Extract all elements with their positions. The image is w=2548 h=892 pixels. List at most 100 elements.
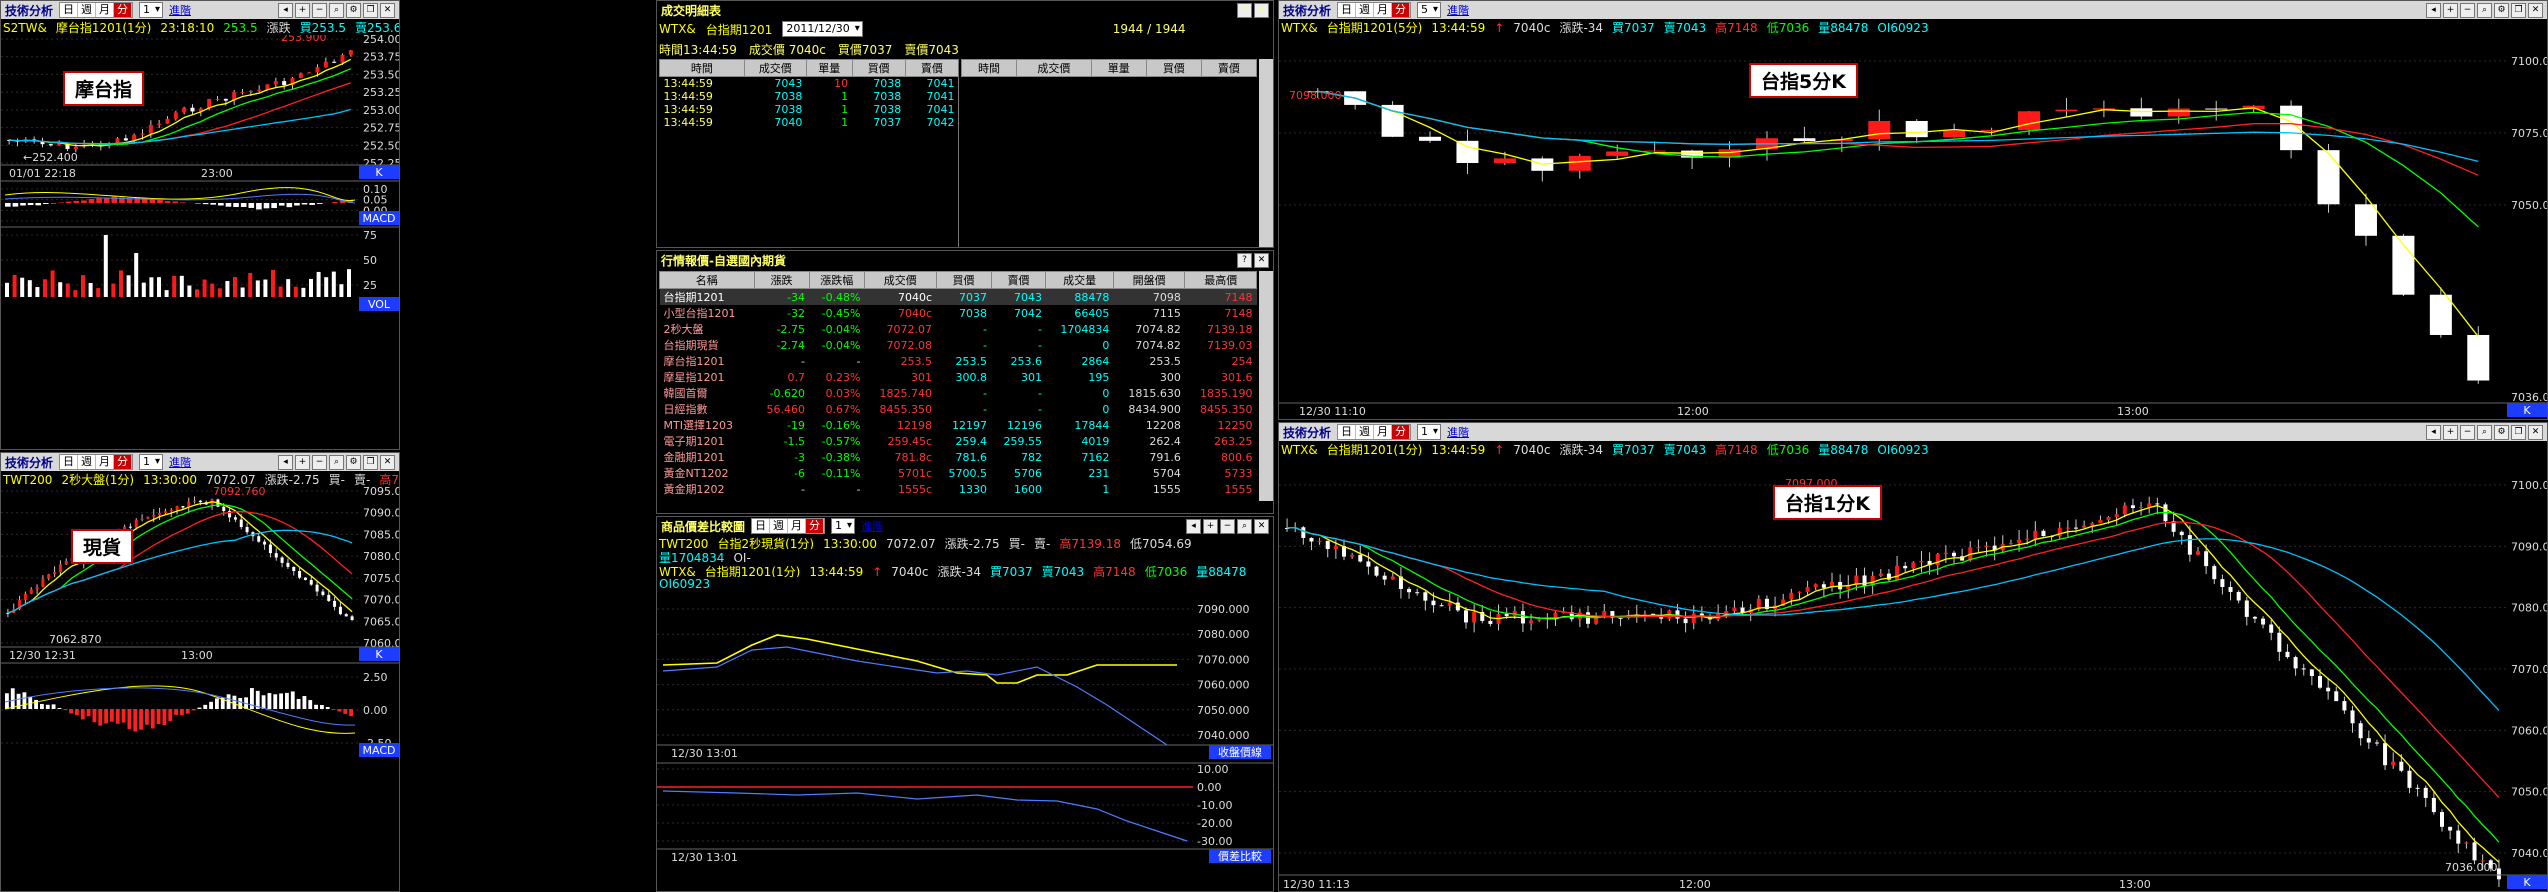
table-row[interactable]: 13:44:59 7038 1 7038 7041 xyxy=(660,103,959,116)
search-icon[interactable]: ⌕ xyxy=(2477,2,2492,18)
interval-select[interactable]: 1 xyxy=(831,518,856,534)
zoom-out-icon[interactable]: − xyxy=(312,454,327,470)
column-header[interactable]: 名稱 xyxy=(659,271,755,289)
column-header[interactable]: 賣價 xyxy=(1200,59,1258,77)
tab-week[interactable]: 週 xyxy=(78,455,97,469)
scrollbar[interactable] xyxy=(1259,271,1273,501)
period-tabs[interactable]: 日週月分 xyxy=(59,454,134,470)
restore-icon[interactable]: ❐ xyxy=(2511,424,2526,440)
table-row[interactable]: 日經指數 56.460 0.67% 8455.350 - - 0 8434.900 8455.3… xyxy=(660,401,1257,417)
period-tabs[interactable]: 日週月分 xyxy=(751,518,826,534)
period-tabs[interactable]: 日週月分 xyxy=(1337,2,1412,18)
tab-month[interactable]: 月 xyxy=(96,3,115,17)
zoom-in-icon[interactable]: + xyxy=(2443,2,2458,18)
tab-minute[interactable]: 分 xyxy=(114,3,133,17)
table-row[interactable]: 黃金期1202 - - 1555c 1330 1600 1 1555 1555 xyxy=(660,481,1257,497)
column-header[interactable]: 成交量 xyxy=(1045,271,1114,289)
scroll-left-icon[interactable]: ◂ xyxy=(2426,424,2441,440)
column-header[interactable]: 成交價 xyxy=(864,271,937,289)
zoom-out-icon[interactable]: − xyxy=(2460,424,2475,440)
column-header[interactable]: 開盤價 xyxy=(1112,271,1186,289)
date-select[interactable]: 2011/12/30 xyxy=(782,21,863,37)
close-icon[interactable]: ✕ xyxy=(1254,518,1269,534)
tab-month[interactable]: 月 xyxy=(1374,3,1393,17)
interval-select[interactable]: 1 xyxy=(1417,424,1442,440)
tab-day[interactable]: 日 xyxy=(60,455,79,469)
scroll-left-icon[interactable]: ◂ xyxy=(278,2,293,18)
advanced-link[interactable]: 進階 xyxy=(169,2,191,18)
table-row[interactable]: 韓國首爾 -0.620 0.03% 1825.740 - - 0 1815.630 1835.1… xyxy=(660,385,1257,401)
table-row[interactable]: 小型台指1201 -32 -0.45% 7040c 7038 7042 66405 7115 7… xyxy=(660,305,1257,321)
table-row[interactable]: 摩台指1201 - - 253.5 253.5 253.6 2864 253.5 254 xyxy=(660,353,1257,369)
interval-select[interactable]: 1 xyxy=(139,2,164,18)
table-row[interactable]: 台指期現貨 -2.74 -0.04% 7072.08 - - 0 7074.82 7139.03 xyxy=(660,337,1257,353)
column-header[interactable]: 賣價 xyxy=(904,59,960,77)
interval-select[interactable]: 5 xyxy=(1417,2,1442,18)
search-icon[interactable]: ⌕ xyxy=(2477,424,2492,440)
advanced-link[interactable]: 進階 xyxy=(169,454,191,470)
scroll-left-icon[interactable]: ◂ xyxy=(1186,518,1201,534)
zoom-in-icon[interactable]: + xyxy=(1203,518,1218,534)
column-header[interactable]: 漲跌幅 xyxy=(808,271,866,289)
help-icon[interactable]: ? xyxy=(1237,252,1252,268)
close-icon[interactable]: ✕ xyxy=(2528,424,2543,440)
search-icon[interactable]: ⌕ xyxy=(329,2,344,18)
close-icon[interactable]: ✕ xyxy=(2528,2,2543,18)
zoom-in-icon[interactable]: + xyxy=(2443,424,2458,440)
column-header[interactable]: 時間 xyxy=(659,59,745,77)
tab-week[interactable]: 週 xyxy=(1356,425,1375,439)
tab-month[interactable]: 月 xyxy=(788,519,807,533)
restore-icon[interactable]: ❐ xyxy=(363,454,378,470)
table-row[interactable]: 黃金NT1202 -6 -0.11% 5701c 5700.5 5706 231 5704 57… xyxy=(660,465,1257,481)
column-header[interactable]: 成交價 xyxy=(1016,59,1092,77)
tab-month[interactable]: 月 xyxy=(96,455,115,469)
column-header[interactable]: 成交價 xyxy=(743,59,807,77)
column-header[interactable]: 買價 xyxy=(935,271,992,289)
gear-icon[interactable]: ⚙ xyxy=(346,454,361,470)
zoom-in-icon[interactable]: + xyxy=(295,2,310,18)
column-header[interactable]: 買價 xyxy=(1145,59,1202,77)
zoom-out-icon[interactable]: − xyxy=(312,2,327,18)
column-header[interactable]: 賣價 xyxy=(990,271,1047,289)
tab-day[interactable]: 日 xyxy=(60,3,79,17)
close-icon[interactable]: ✕ xyxy=(380,454,395,470)
search-icon[interactable]: ⌕ xyxy=(1237,518,1252,534)
zoom-out-icon[interactable]: − xyxy=(2460,2,2475,18)
gear-icon[interactable]: ⚙ xyxy=(346,2,361,18)
restore-icon[interactable]: ❐ xyxy=(2511,2,2526,18)
tab-day[interactable]: 日 xyxy=(1338,3,1357,17)
tab-week[interactable]: 週 xyxy=(78,3,97,17)
gear-icon[interactable]: ⚙ xyxy=(2494,2,2509,18)
interval-select[interactable]: 1 xyxy=(139,454,164,470)
help-icon[interactable]: ? xyxy=(1237,2,1252,18)
zoom-out-icon[interactable]: − xyxy=(1220,518,1235,534)
advanced-link[interactable]: 進階 xyxy=(1447,2,1469,18)
table-row[interactable]: 金融期1201 -3 -0.38% 781.8c 781.6 782 7162 791.6 80… xyxy=(660,449,1257,465)
column-header[interactable]: 最高價 xyxy=(1184,271,1257,289)
scroll-left-icon[interactable]: ◂ xyxy=(2426,2,2441,18)
table-row[interactable]: 電子期1201 -1.5 -0.57% 259.45c 259.4 259.55 4019 2… xyxy=(660,433,1257,449)
tab-day[interactable]: 日 xyxy=(1338,425,1357,439)
tab-minute[interactable]: 分 xyxy=(114,455,133,469)
table-row[interactable]: 摩星指1201 0.7 0.23% 301 300.8 301 195 300 301.6 xyxy=(660,369,1257,385)
close-icon[interactable]: ✕ xyxy=(1254,252,1269,268)
advanced-link[interactable]: 進階 xyxy=(861,518,883,534)
table-row[interactable]: 13:44:59 7043 10 7038 7041 xyxy=(660,77,959,90)
tab-month[interactable]: 月 xyxy=(1374,425,1393,439)
column-header[interactable]: 買價 xyxy=(851,59,906,77)
scrollbar[interactable] xyxy=(1259,59,1273,247)
restore-icon[interactable]: ❐ xyxy=(363,2,378,18)
tab-minute[interactable]: 分 xyxy=(1392,3,1411,17)
tab-minute[interactable]: 分 xyxy=(1392,425,1411,439)
table-row[interactable]: 13:44:59 7038 1 7038 7041 xyxy=(660,90,959,103)
search-icon[interactable]: ⌕ xyxy=(329,454,344,470)
gear-icon[interactable]: ⚙ xyxy=(2494,424,2509,440)
period-tabs[interactable]: 日週月分 xyxy=(1337,424,1412,440)
tab-week[interactable]: 週 xyxy=(1356,3,1375,17)
column-header[interactable]: 單量 xyxy=(805,59,853,77)
advanced-link[interactable]: 進階 xyxy=(1447,424,1469,440)
close-icon[interactable]: ✕ xyxy=(380,2,395,18)
column-header[interactable]: 漲跌 xyxy=(753,271,810,289)
zoom-in-icon[interactable]: + xyxy=(295,454,310,470)
close-icon[interactable]: ✕ xyxy=(1254,2,1269,18)
